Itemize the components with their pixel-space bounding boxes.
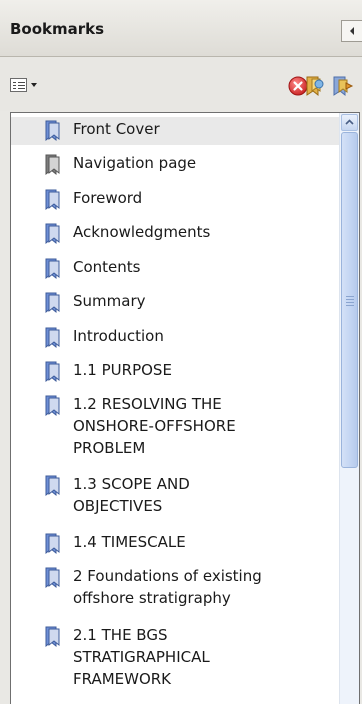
bookmark-label: Acknowledgments [73,223,211,241]
bookmark-blue-icon [45,258,60,280]
bookmark-blue-icon [45,361,60,383]
bookmark-item[interactable]: Navigation page [11,151,339,179]
bookmark-label: 1.3 SCOPE AND OBJECTIVES [73,475,190,515]
bookmark-item[interactable]: 2.1 THE BGS STRATIGRAPHICAL FRAMEWORK [11,623,339,695]
bookmark-item[interactable]: 2 Foundations of existing offshore strat… [11,564,339,614]
chevron-up-icon [345,119,354,125]
expand-bookmark-button[interactable] [331,74,355,98]
bookmark-item[interactable]: Foreword [11,186,339,214]
bookmark-label: 1.2 RESOLVING THE ONSHORE-OFFSHORE PROBL… [73,395,236,457]
bookmark-blue-icon [45,533,60,555]
bookmarks-toolbar [0,57,362,111]
bookmark-label: 2.1 THE BGS STRATIGRAPHICAL FRAMEWORK [73,626,210,688]
bookmark-label: Contents [73,258,141,276]
bookmarks-tree: Front Cover Navigation page Foreword Ack… [10,112,360,704]
scroll-up-button[interactable] [341,114,358,131]
bookmark-item[interactable]: Introduction [11,324,339,352]
options-menu-button[interactable] [10,77,50,95]
bookmark-item[interactable]: 1.1 PURPOSE [11,358,339,386]
bookmark-gray-icon [45,154,60,176]
bookmark-label: Front Cover [73,120,160,138]
new-bookmark-button[interactable] [303,74,327,98]
bookmark-blue-icon [45,292,60,314]
bookmark-item[interactable]: Summary [11,289,339,317]
bookmark-item[interactable]: Contents [11,255,339,283]
bookmark-label: Summary [73,292,146,310]
bookmark-blue-icon [45,626,60,648]
options-list-icon [10,78,27,92]
bookmark-label: Foreword [73,189,143,207]
bookmark-label: 2 Foundations of existing offshore strat… [73,567,262,607]
bookmark-label: 1.4 TIMESCALE [73,533,186,551]
bookmark-item[interactable]: Acknowledgments [11,220,339,248]
bookmark-blue-icon [45,223,60,245]
bookmark-blue-icon [45,567,60,589]
bookmark-item[interactable]: 1.4 TIMESCALE [11,530,339,558]
chevron-left-icon [350,27,354,35]
scrollbar-thumb[interactable] [341,132,358,468]
bookmark-blue-icon [45,327,60,349]
bookmark-label: 1.1 PURPOSE [73,361,172,379]
bookmark-item[interactable]: 1.2 RESOLVING THE ONSHORE-OFFSHORE PROBL… [11,392,339,464]
bookmark-blue-icon [45,475,60,497]
bookmark-blue-icon [45,189,60,211]
bookmark-blue-icon [45,395,60,417]
scroll-grip-icon [346,294,354,308]
bookmark-item[interactable]: Front Cover [11,117,339,145]
bookmark-label: Introduction [73,327,164,345]
bookmark-blue-icon [45,120,60,142]
panel-header: Bookmarks [0,0,362,57]
panel-title: Bookmarks [10,20,105,38]
collapse-panel-button[interactable] [341,20,362,42]
bookmarks-panel: Bookmarks Front Cover Navigation page Fo… [0,0,362,704]
dropdown-arrow-icon [31,83,37,87]
vertical-scrollbar[interactable] [339,113,359,704]
bookmark-label: Navigation page [73,154,197,172]
bookmark-item[interactable]: 1.3 SCOPE AND OBJECTIVES [11,472,339,522]
